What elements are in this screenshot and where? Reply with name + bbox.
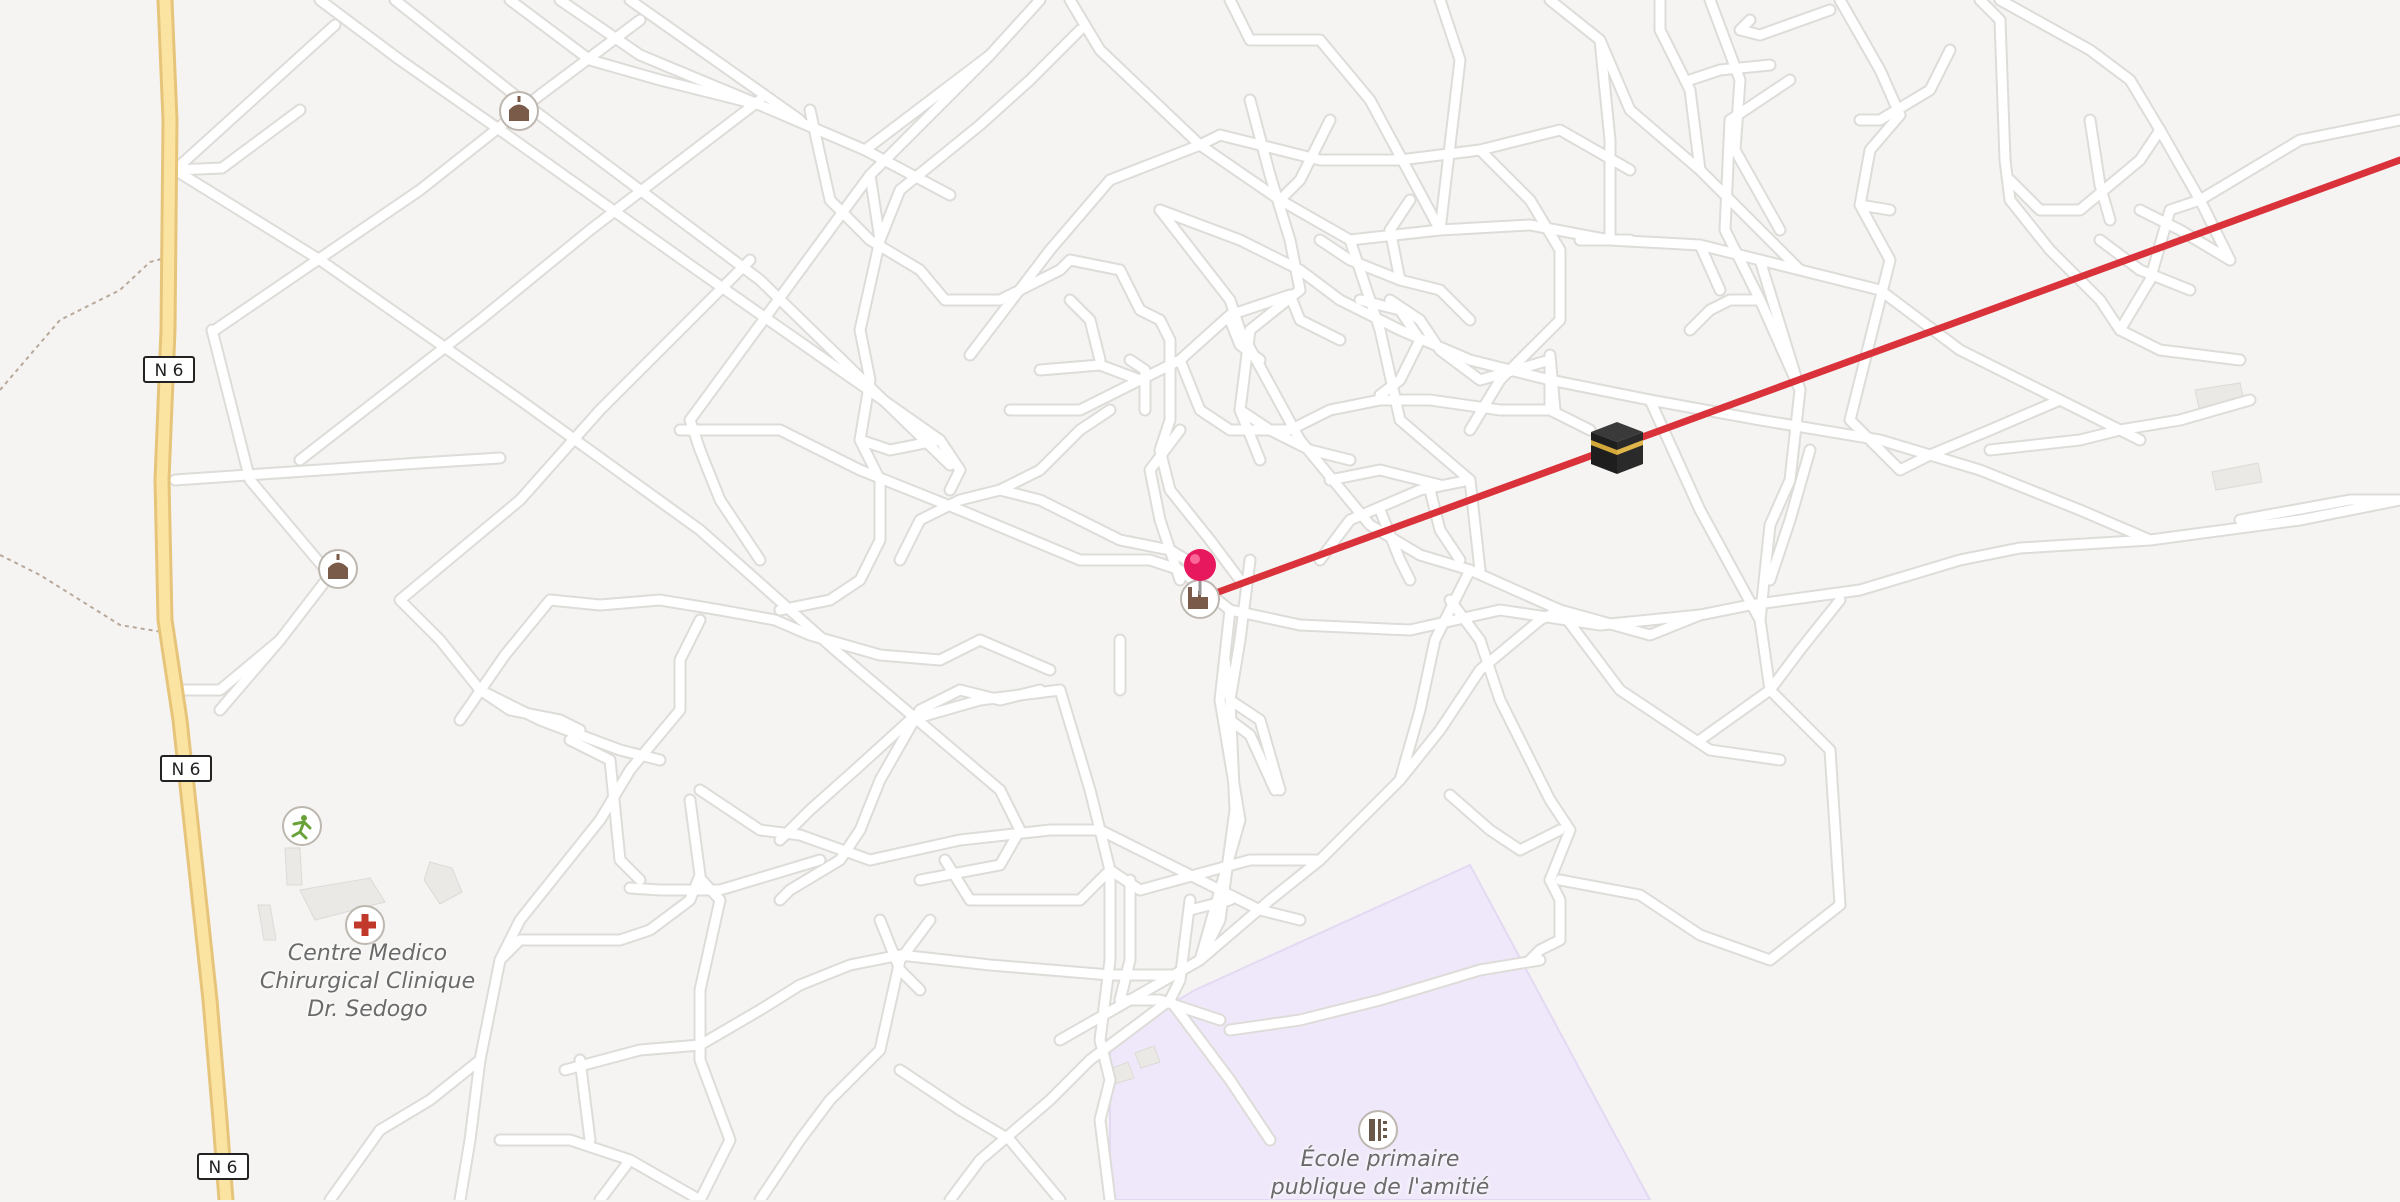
- clinic-label-line1: Centre Medico: [287, 941, 448, 966]
- hospital-icon[interactable]: [345, 905, 385, 945]
- school-label-line2: publique de l'amitié: [1270, 1175, 1490, 1200]
- road-shield-n6: N 6: [197, 1153, 249, 1180]
- road-shield-n6: N 6: [143, 356, 195, 383]
- clinic-label-line3: Dr. Sedogo: [307, 997, 428, 1022]
- kaaba-icon[interactable]: [1591, 422, 1643, 474]
- school-label: École primaire publique de l'amitié: [1220, 1146, 1540, 1202]
- svg-text:N 6: N 6: [209, 1158, 238, 1178]
- svg-text:N 6: N 6: [155, 361, 184, 381]
- clinic-label-line2: Chirurgical Clinique: [259, 969, 476, 994]
- mosque-icon[interactable]: [318, 549, 358, 589]
- sports-icon[interactable]: [282, 806, 322, 846]
- mosque-icon[interactable]: [499, 91, 539, 131]
- boundary-paths: [0, 257, 166, 633]
- svg-text:N 6: N 6: [172, 760, 201, 780]
- road-shield-n6: N 6: [160, 755, 212, 782]
- clinic-label: Centre Medico Chirurgical Clinique Dr. S…: [225, 940, 510, 1024]
- school-label-line1: École primaire: [1300, 1147, 1460, 1172]
- school-icon[interactable]: [1358, 1110, 1398, 1150]
